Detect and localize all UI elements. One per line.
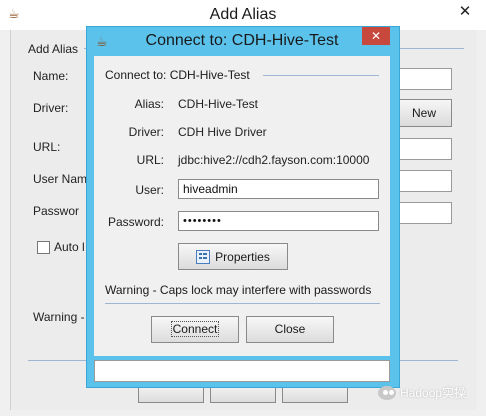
- url-value: jdbc:hive2://cdh2.fayson.com:10000: [178, 153, 370, 167]
- bg-name-field[interactable]: [398, 68, 452, 90]
- connect-button-label: Connect: [170, 321, 220, 337]
- bg-username-field[interactable]: [398, 170, 452, 192]
- wechat-icon: [378, 385, 396, 400]
- watermark-text: Hadoop实操: [400, 386, 467, 400]
- user-input[interactable]: hiveadmin: [178, 179, 379, 199]
- add-alias-title: Add Alias: [209, 6, 277, 23]
- properties-button-label: Properties: [215, 249, 270, 264]
- bg-auto-logon-checkbox[interactable]: [37, 241, 50, 254]
- caps-lock-warning: Warning - Caps lock may interfere with p…: [105, 283, 372, 297]
- add-alias-group-title: Add Alias: [28, 42, 79, 56]
- connect-button[interactable]: Connect: [151, 316, 239, 343]
- connect-dialog-title: Connect to: CDH-Hive-Test: [145, 32, 339, 49]
- warning-divider: [105, 303, 380, 304]
- url-label: URL:: [136, 153, 164, 167]
- alias-label: Alias:: [134, 97, 164, 111]
- password-input[interactable]: ••••••••: [178, 211, 379, 231]
- properties-sheet-icon: [196, 249, 211, 264]
- user-label: User:: [135, 183, 164, 197]
- connect-section-title: Connect to: CDH-Hive-Test: [105, 68, 250, 82]
- status-bar: [94, 360, 390, 382]
- close-icon[interactable]: ✕: [362, 27, 390, 45]
- bg-url-label: URL:: [33, 140, 61, 154]
- driver-label: Driver:: [128, 125, 164, 139]
- connect-section-divider: [263, 75, 379, 76]
- bg-warning-label: Warning -: [33, 310, 85, 324]
- bg-password-field[interactable]: [398, 202, 452, 224]
- properties-button[interactable]: Properties: [178, 243, 288, 270]
- bg-username-label: User Nam: [33, 172, 88, 186]
- driver-value: CDH Hive Driver: [178, 125, 267, 139]
- bg-new-driver-button[interactable]: New: [396, 99, 452, 127]
- alias-value: CDH-Hive-Test: [178, 97, 259, 111]
- bg-name-label: Name:: [33, 69, 69, 83]
- watermark: Hadoop实操: [378, 384, 466, 401]
- bg-driver-label: Driver:: [33, 101, 69, 115]
- bg-auto-logon-label: Auto l: [54, 240, 85, 254]
- bg-password-label: Passwor: [33, 204, 80, 218]
- close-button[interactable]: Close: [246, 316, 334, 343]
- add-alias-close-icon[interactable]: ✕: [452, 2, 478, 24]
- bg-url-field[interactable]: [398, 138, 452, 160]
- password-label: Password:: [107, 215, 164, 229]
